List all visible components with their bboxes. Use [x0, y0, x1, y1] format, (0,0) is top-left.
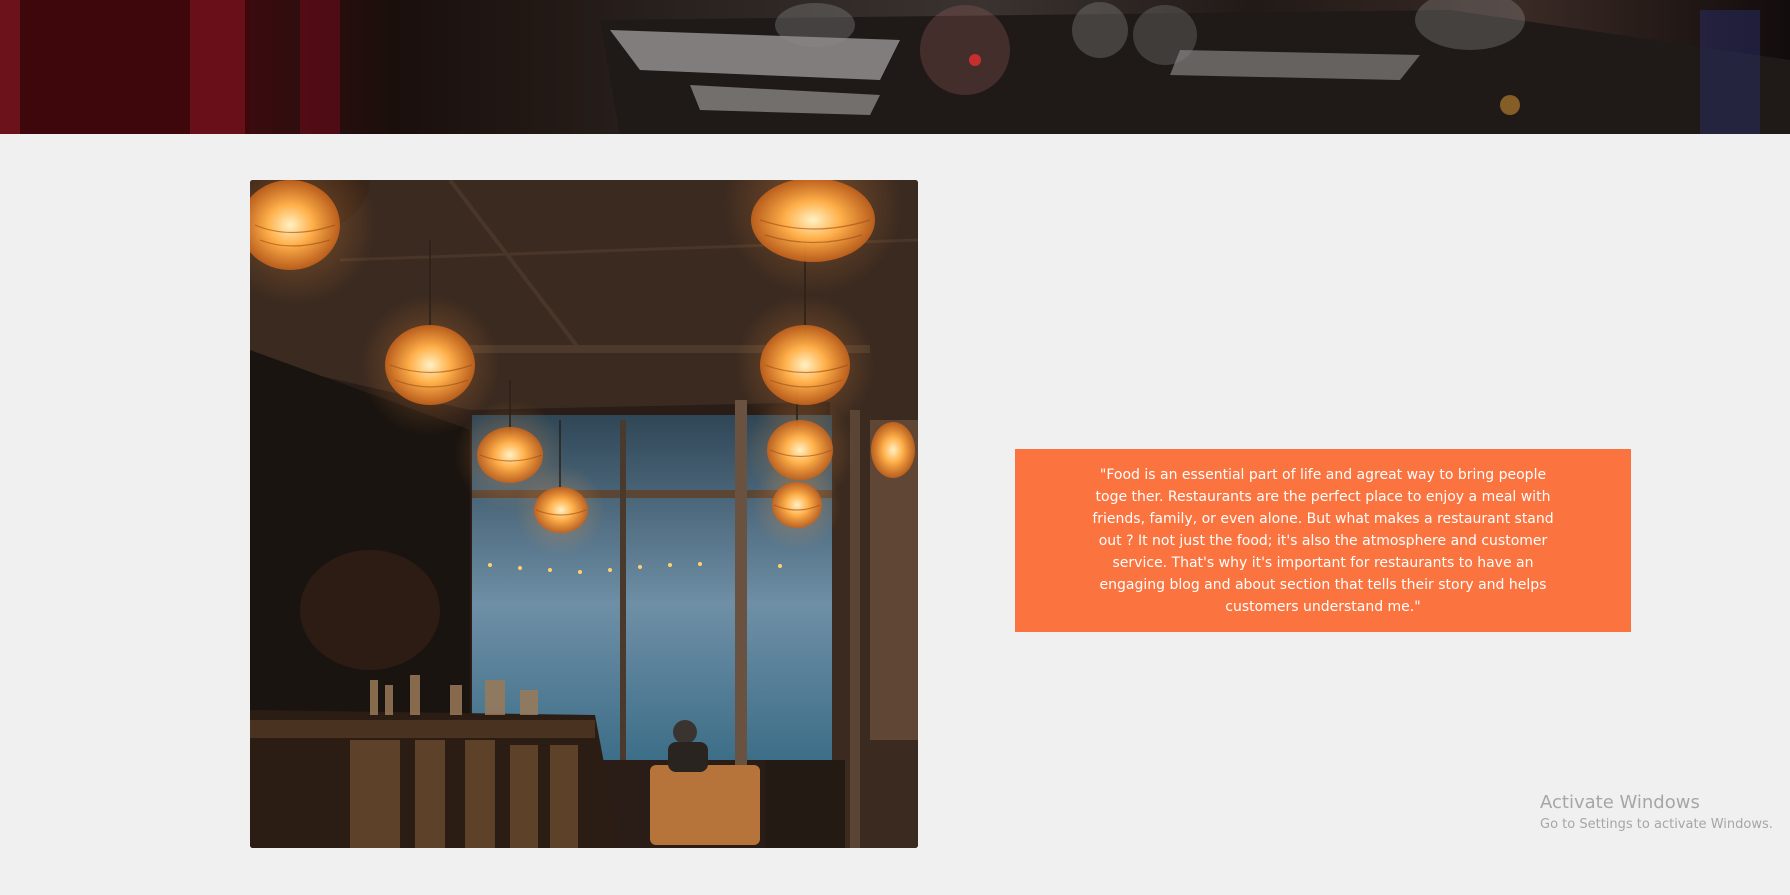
page: "Food is an essential part of life and a… [0, 0, 1790, 895]
quote-text: "Food is an essential part of life and a… [1092, 466, 1554, 615]
activate-windows-watermark: Activate Windows Go to Settings to activ… [1540, 791, 1773, 835]
quote-box: "Food is an essential part of life and a… [1015, 449, 1631, 632]
watermark-title: Activate Windows [1540, 792, 1700, 813]
hero-banner-image [0, 0, 1790, 134]
watermark-subtitle: Go to Settings to activate Windows. [1540, 817, 1773, 832]
restaurant-interior-photo [250, 180, 918, 848]
